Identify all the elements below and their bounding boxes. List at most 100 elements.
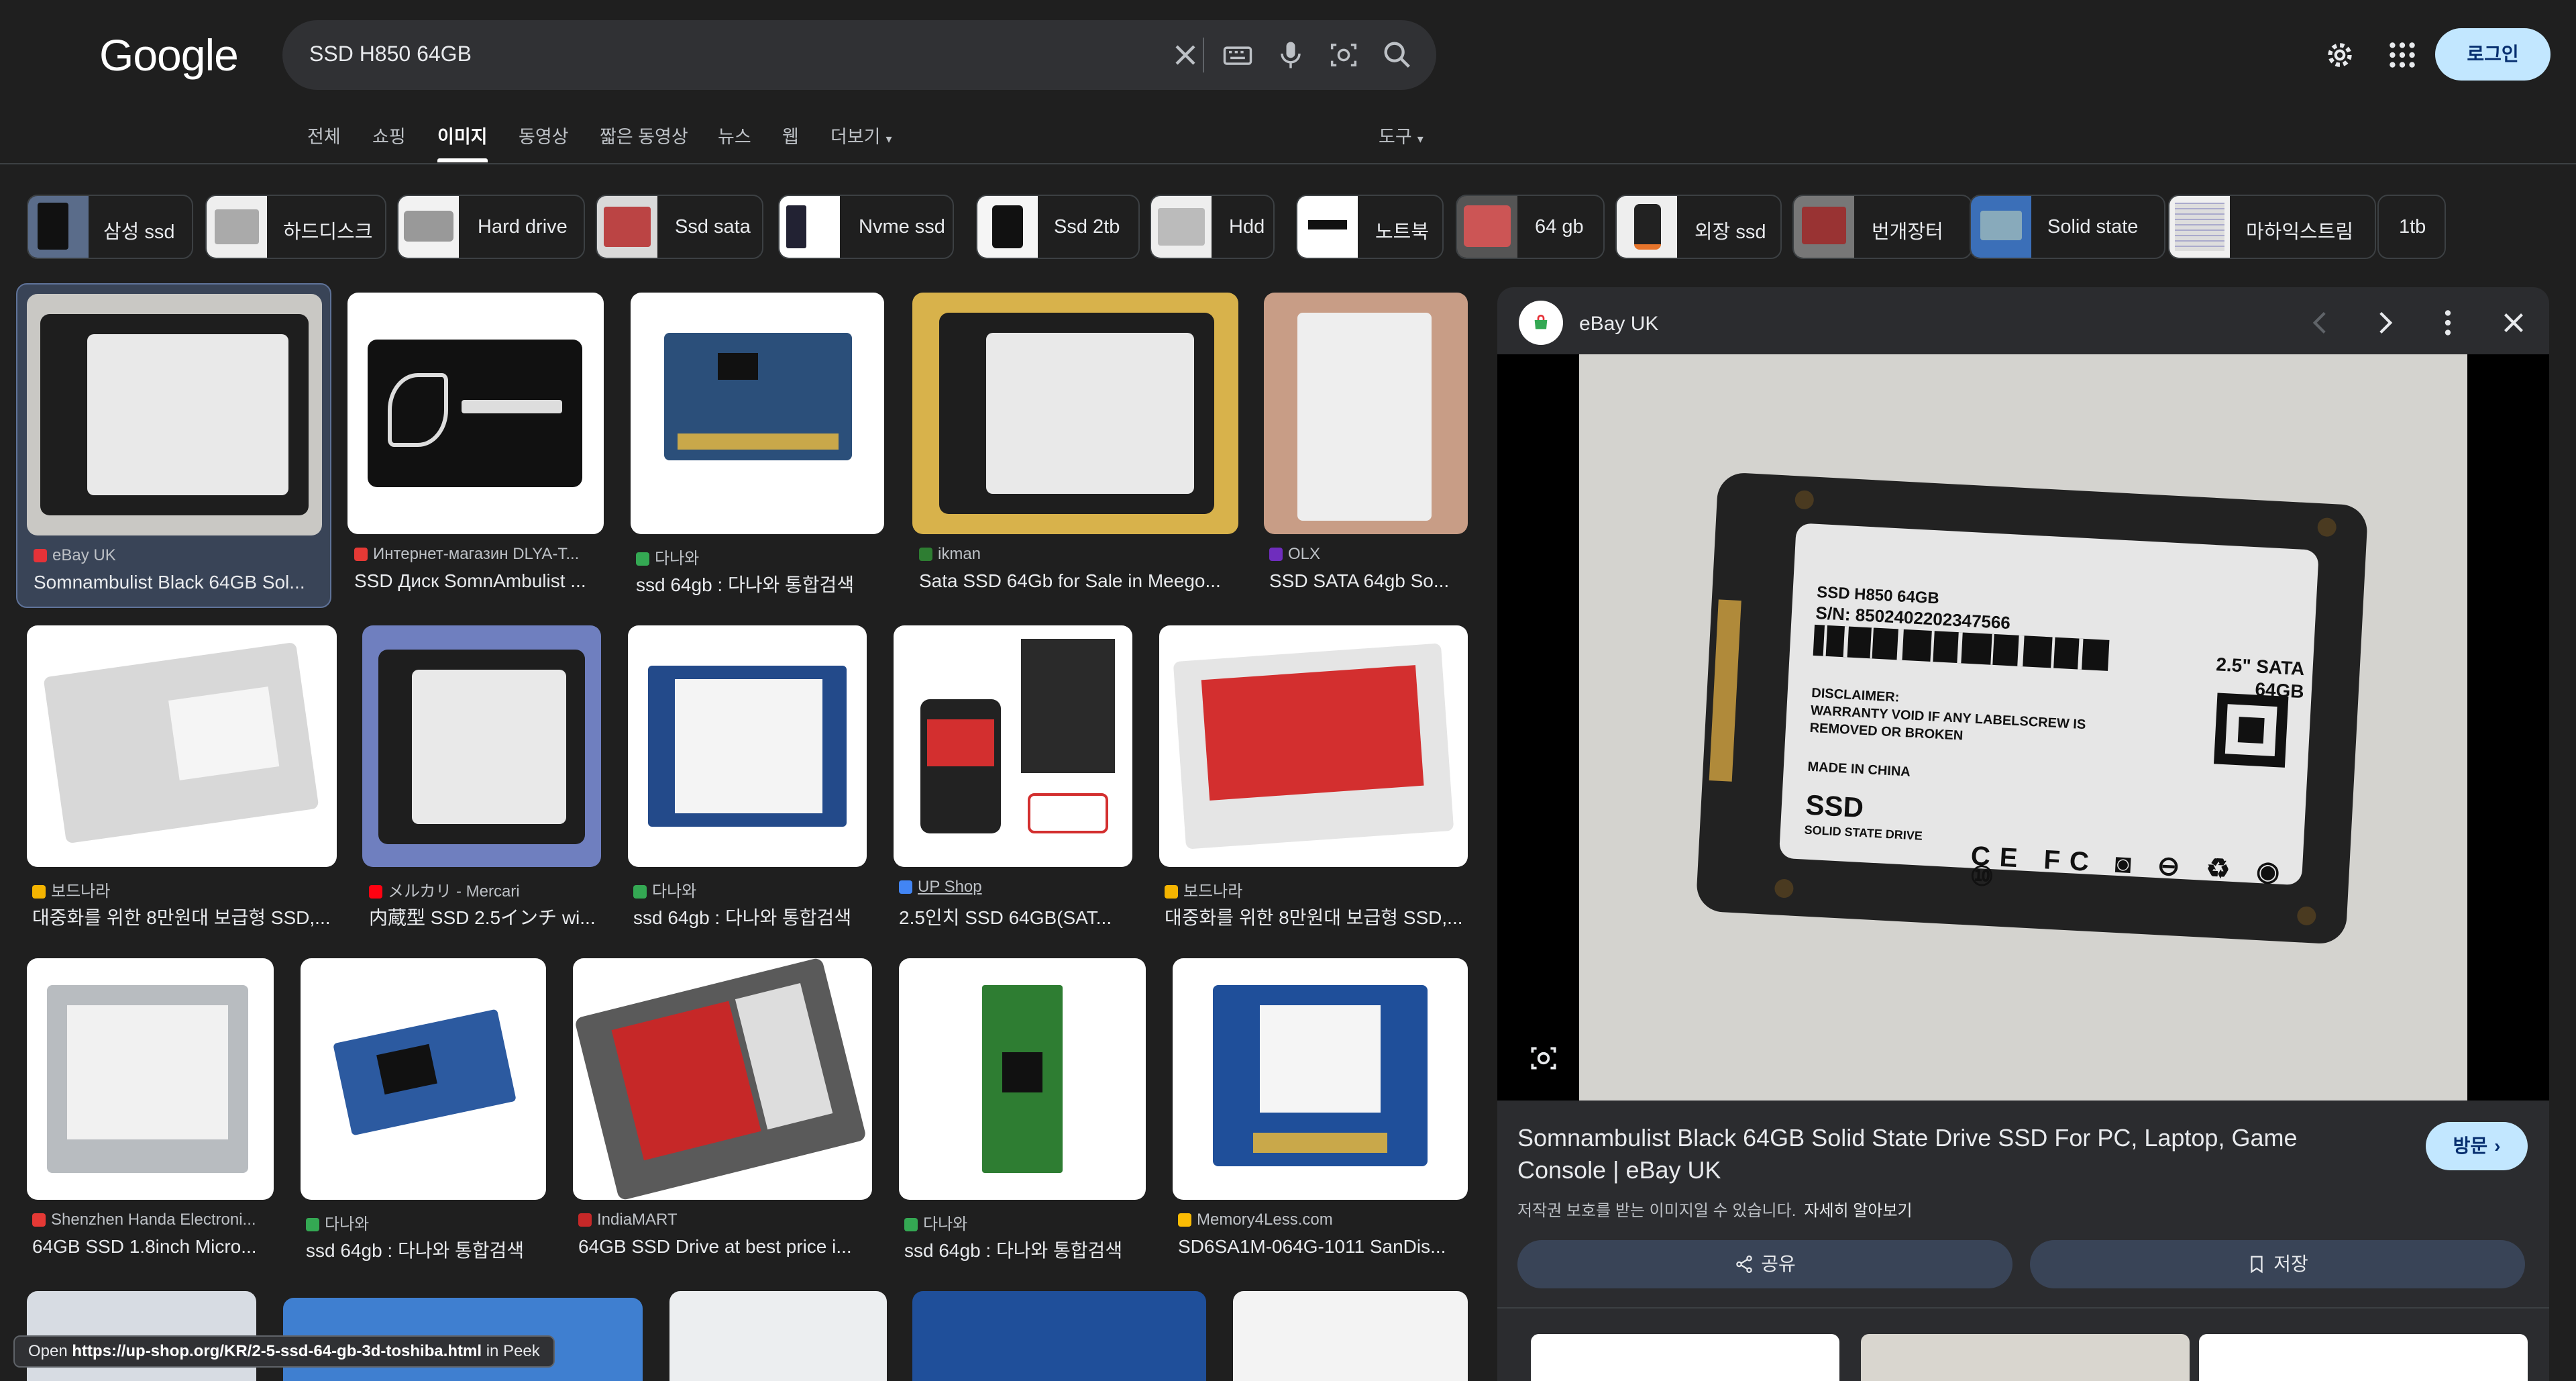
chip-laptop[interactable]: 노트북 [1296,195,1444,259]
result-thumbnail[interactable] [301,958,546,1200]
result-source[interactable]: ikman [919,545,981,564]
result-title[interactable]: ssd 64gb : 다나와 통합검색 [633,903,867,930]
result-source[interactable]: 다나와 [636,545,699,568]
result-title[interactable]: SSD SATA 64gb So... [1269,570,1468,592]
related-thumbnail[interactable] [1861,1334,2190,1381]
more-vertical-icon[interactable] [2431,306,2465,340]
tools-button[interactable]: 도구 ▾ [1379,122,1424,148]
result-title[interactable]: ssd 64gb : 다나와 통합검색 [306,1236,546,1263]
result-title[interactable]: Sata SSD 64Gb for Sale in Meego... [919,570,1238,592]
chip-hard-disk[interactable]: 하드디스크 [205,195,386,259]
result-title[interactable]: 대중화를 위한 8만원대 보급형 SSD,... [32,903,337,930]
result-card[interactable] [1233,1291,1468,1381]
result-source[interactable]: eBay UK [34,546,116,565]
result-source[interactable]: 보드나라 [1165,878,1242,901]
result-card[interactable]: 다나와 ssd 64gb : 다나와 통합검색 [628,625,867,934]
tab-web[interactable]: 웹 [782,122,799,148]
chip-samsung-ssd[interactable]: 삼성 ssd [27,195,193,259]
result-thumbnail[interactable] [631,293,884,534]
camera-lens-icon[interactable] [1527,1041,1560,1075]
share-button[interactable]: 공유 [1517,1240,2012,1288]
result-thumbnail[interactable] [1233,1291,1468,1381]
chip-external-ssd[interactable]: 외장 ssd [1615,195,1782,259]
login-button[interactable]: 로그인 [2435,28,2551,81]
result-title[interactable]: 64GB SSD 1.8inch Micro... [32,1236,274,1258]
related-thumbnail[interactable] [1531,1334,1839,1381]
result-thumbnail[interactable] [899,958,1146,1200]
close-icon[interactable] [2497,306,2530,340]
result-thumbnail[interactable] [628,625,867,867]
learn-more-link[interactable]: 자세히 알아보기 [1804,1202,1912,1220]
chip-nvme-ssd[interactable]: Nvme ssd [778,195,954,259]
related-thumbnail[interactable] [2199,1334,2528,1381]
result-thumbnail[interactable] [27,625,337,867]
result-source[interactable]: 다나와 [306,1211,369,1234]
result-thumbnail[interactable] [27,294,322,535]
result-source[interactable]: 다나와 [904,1211,967,1234]
chip-1tb[interactable]: 1tb [2377,195,2446,259]
result-title[interactable]: ssd 64gb : 다나와 통합검색 [636,570,884,597]
result-thumbnail[interactable] [347,293,604,534]
result-source[interactable]: IndiaMART [578,1211,678,1229]
result-source[interactable]: Интернет-магазин DLYA-T... [354,545,579,564]
result-source[interactable]: Memory4Less.com [1178,1211,1333,1229]
save-button[interactable]: 저장 [2030,1240,2525,1288]
clear-icon[interactable] [1168,38,1203,72]
result-thumbnail[interactable] [1159,625,1468,867]
visit-button[interactable]: 방문 › [2426,1122,2528,1170]
microphone-icon[interactable] [1273,38,1308,72]
result-card[interactable]: OLX SSD SATA 64gb So... [1264,293,1468,601]
result-thumbnail[interactable] [1173,958,1468,1200]
search-icon[interactable] [1380,38,1415,72]
result-title[interactable]: 대중화를 위한 8만원대 보급형 SSD,... [1165,903,1468,930]
result-title[interactable]: Somnambulist Black 64GB Sol... [34,572,322,593]
result-source[interactable]: 보드나라 [32,878,110,901]
result-card[interactable] [912,1291,1206,1381]
result-card[interactable]: 다나와 ssd 64gb : 다나와 통합검색 [899,958,1146,1267]
result-card[interactable]: 다나와 ssd 64gb : 다나와 통합검색 [631,293,885,601]
panel-source-name[interactable]: eBay UK [1579,313,1658,336]
result-card[interactable]: Интернет-магазин DLYA-T... SSD Диск Somn… [347,293,605,601]
google-logo[interactable]: Google [99,30,239,81]
search-box[interactable]: SSD H850 64GB [282,20,1436,90]
result-card[interactable]: 다나와 ssd 64gb : 다나와 통합검색 [301,958,546,1267]
preview-image[interactable]: SSD H850 64GB S/N: 8502402202347566 2.5"… [1497,354,2549,1101]
result-card[interactable] [669,1291,887,1381]
result-card[interactable]: Memory4Less.com SD6SA1M-064G-1011 SanDis… [1173,958,1468,1267]
tab-news[interactable]: 뉴스 [718,122,751,148]
result-thumbnail[interactable] [894,625,1132,867]
result-card[interactable]: メルカリ - Mercari 内蔵型 SSD 2.5インチ wi... [362,625,601,934]
result-title[interactable]: 内蔵型 SSD 2.5インチ wi... [369,903,601,930]
chip-bungae-market[interactable]: 번개장터 [1792,195,1972,259]
result-title[interactable]: 2.5인치 SSD 64GB(SAT... [899,903,1132,930]
result-thumbnail[interactable] [669,1291,887,1381]
result-card[interactable]: ikman Sata SSD 64Gb for Sale in Meego... [912,293,1238,601]
result-card[interactable]: 보드나라 대중화를 위한 8만원대 보급형 SSD,... [1159,625,1468,934]
tab-images[interactable]: 이미지 [437,122,488,162]
result-thumbnail[interactable] [362,625,601,867]
chip-ssd-2tb[interactable]: Ssd 2tb [976,195,1140,259]
chip-ssd-sata[interactable]: Ssd sata [596,195,763,259]
result-card[interactable]: Shenzhen Handa Electroni... 64GB SSD 1.8… [27,958,274,1267]
result-thumbnail[interactable] [912,1291,1206,1381]
result-source[interactable]: Shenzhen Handa Electroni... [32,1211,256,1229]
result-title[interactable]: ssd 64gb : 다나와 통합검색 [904,1236,1146,1263]
keyboard-icon[interactable] [1220,38,1255,72]
result-source[interactable]: OLX [1269,545,1320,564]
result-card[interactable]: IndiaMART 64GB SSD Drive at best price i… [573,958,872,1267]
tab-all[interactable]: 전체 [307,122,341,148]
result-card[interactable]: 보드나라 대중화를 위한 8만원대 보급형 SSD,... [27,625,337,934]
search-input[interactable]: SSD H850 64GB [309,42,472,66]
result-source[interactable]: UP Shop [899,878,982,897]
chip-mach-extreme[interactable]: 마하익스트림 [2168,195,2376,259]
camera-lens-icon[interactable] [1326,38,1361,72]
chip-solid-state[interactable]: Solid state [1970,195,2165,259]
apps-grid-icon[interactable] [2385,38,2419,72]
result-thumbnail[interactable] [1264,293,1468,534]
chip-hard-drive[interactable]: Hard drive [397,195,585,259]
chip-hdd[interactable]: Hdd [1150,195,1275,259]
next-icon[interactable] [2368,306,2402,340]
result-source[interactable]: 다나와 [633,878,696,901]
result-title[interactable]: SSD Диск SomnAmbulist ... [354,570,602,592]
result-card[interactable]: eBay UK Somnambulist Black 64GB Sol... [16,283,331,608]
